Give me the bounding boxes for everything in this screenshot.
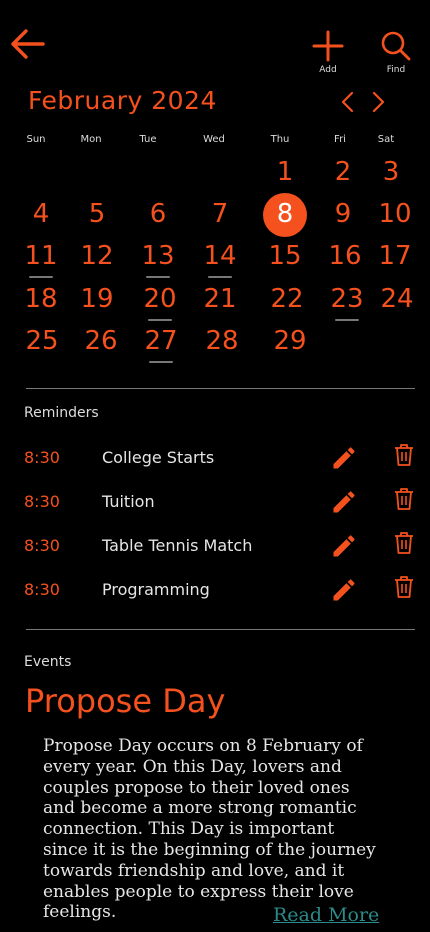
delete-button[interactable]: [392, 574, 416, 600]
calendar-day[interactable]: 2: [323, 152, 363, 192]
calendar-day[interactable]: 15: [265, 236, 305, 276]
reminder-time: 8:30: [24, 448, 60, 467]
pencil-icon: [333, 535, 355, 557]
reminder-item[interactable]: 8:30 Programming: [0, 576, 430, 606]
calendar-day[interactable]: 22: [267, 279, 307, 319]
calendar-day-today[interactable]: 8: [263, 193, 307, 237]
reminder-time: 8:30: [24, 580, 60, 599]
pencil-icon: [333, 491, 355, 513]
weekday-label: Mon: [80, 134, 102, 145]
delete-button[interactable]: [392, 530, 416, 556]
plus-icon: [312, 30, 344, 62]
weekday-label: Sat: [377, 134, 395, 145]
read-more-link[interactable]: Read More: [273, 904, 379, 926]
edit-button[interactable]: [330, 576, 358, 604]
calendar-day[interactable]: 12: [77, 236, 117, 276]
reminder-title: College Starts: [102, 448, 215, 467]
weekday-header: Sun Mon Tue Wed Thu Fri Sat: [0, 134, 430, 148]
weekday-label: Thu: [270, 134, 290, 145]
pencil-icon: [333, 447, 355, 469]
calendar-day[interactable]: 9: [323, 194, 363, 234]
divider: [26, 388, 415, 389]
calendar-day[interactable]: 5: [77, 194, 117, 234]
edit-button[interactable]: [330, 488, 358, 516]
calendar-day[interactable]: 17: [375, 236, 415, 276]
add-label: Add: [319, 65, 337, 75]
chevron-left-icon: [341, 91, 354, 113]
calendar-day[interactable]: 19: [77, 279, 117, 319]
reminder-time: 8:30: [24, 536, 60, 555]
delete-button[interactable]: [392, 442, 416, 468]
calendar-day[interactable]: 3: [371, 152, 411, 192]
weekday-label: Sun: [26, 134, 46, 145]
events-heading: Events: [24, 654, 72, 670]
prev-month-button[interactable]: [338, 90, 358, 114]
calendar-day[interactable]: 10: [375, 194, 415, 234]
calendar-day[interactable]: 11: [21, 236, 61, 278]
find-button[interactable]: Find: [374, 30, 418, 75]
weekday-label: Wed: [203, 134, 225, 145]
event-description: Propose Day occurs on 8 February of ever…: [43, 736, 376, 923]
reminders-heading: Reminders: [24, 405, 99, 421]
chevron-right-icon: [372, 91, 385, 113]
trash-icon: [395, 488, 413, 510]
delete-button[interactable]: [392, 486, 416, 512]
weekday-label: Fri: [334, 134, 346, 145]
calendar-day[interactable]: 16: [325, 236, 365, 276]
calendar-day[interactable]: 18: [21, 279, 61, 319]
edit-button[interactable]: [330, 532, 358, 560]
calendar-day[interactable]: 28: [202, 321, 242, 361]
reminder-title: Tuition: [102, 492, 155, 511]
calendar-day[interactable]: 23: [327, 279, 367, 321]
calendar-day[interactable]: 4: [21, 194, 61, 234]
back-button[interactable]: [10, 28, 46, 60]
add-button[interactable]: Add: [306, 30, 350, 75]
trash-icon: [395, 576, 413, 598]
pencil-icon: [333, 579, 355, 601]
weekday-label: Tue: [139, 134, 157, 145]
calendar-day[interactable]: 20: [140, 279, 180, 321]
edit-button[interactable]: [330, 444, 358, 472]
search-icon: [381, 31, 411, 61]
calendar-day[interactable]: 14: [200, 236, 240, 278]
calendar-day[interactable]: 25: [22, 321, 62, 361]
calendar-day[interactable]: 24: [377, 279, 417, 319]
calendar-day[interactable]: 7: [200, 194, 240, 234]
calendar-day[interactable]: 6: [138, 194, 178, 234]
calendar-day[interactable]: 29: [270, 321, 310, 361]
month-title: February 2024: [28, 86, 217, 115]
arrow-left-icon: [11, 29, 45, 59]
reminder-item[interactable]: 8:30 Tuition: [0, 488, 430, 518]
reminder-title: Table Tennis Match: [102, 536, 253, 555]
reminder-title: Programming: [102, 580, 210, 599]
event-title: Propose Day: [25, 682, 226, 720]
reminder-item[interactable]: 8:30 Table Tennis Match: [0, 532, 430, 562]
calendar-day[interactable]: 27: [141, 321, 181, 363]
calendar-day[interactable]: 1: [265, 152, 305, 192]
reminder-time: 8:30: [24, 492, 60, 511]
trash-icon: [395, 532, 413, 554]
reminder-item[interactable]: 8:30 College Starts: [0, 444, 430, 474]
calendar-day[interactable]: 21: [200, 279, 240, 319]
next-month-button[interactable]: [368, 90, 388, 114]
find-label: Find: [386, 65, 406, 75]
calendar-day[interactable]: 26: [81, 321, 121, 361]
divider: [26, 629, 415, 630]
trash-icon: [395, 444, 413, 466]
calendar-day[interactable]: 13: [138, 236, 178, 278]
